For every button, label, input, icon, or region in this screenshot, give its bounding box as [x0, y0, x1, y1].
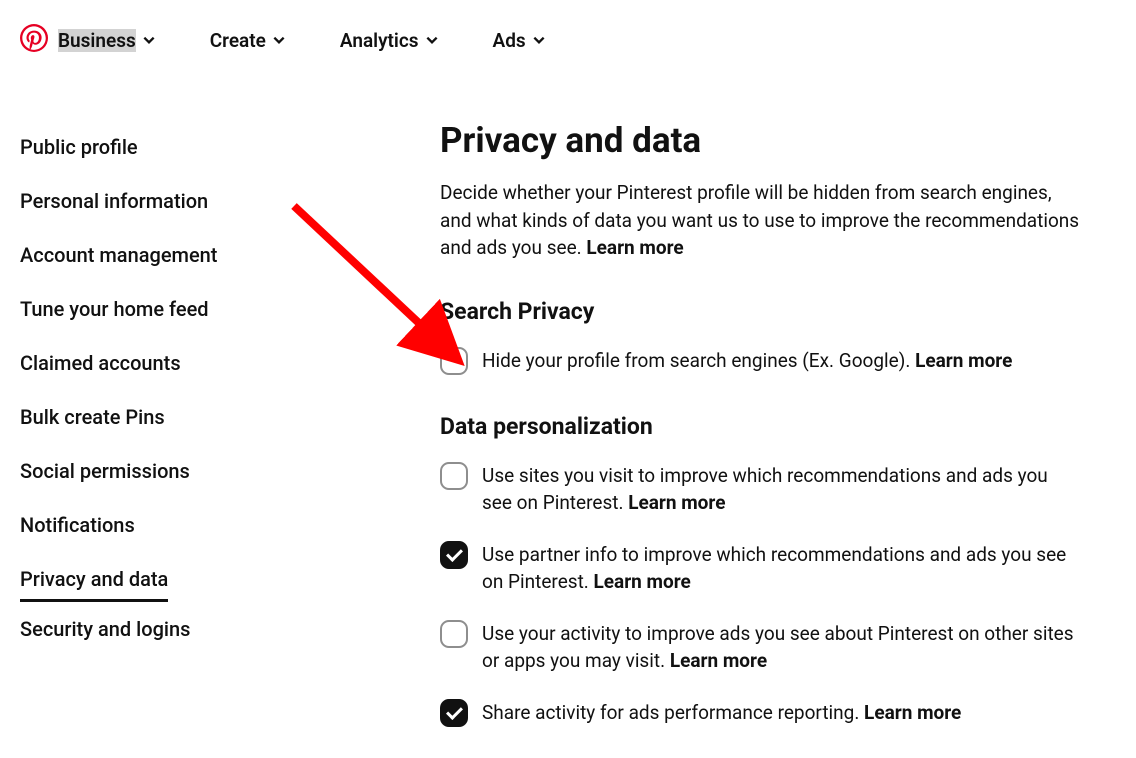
option-text: Use partner info to improve which recomm…: [482, 541, 1080, 596]
sidebar-item-bulk-create-pins[interactable]: Bulk create Pins: [20, 390, 165, 444]
nav-business[interactable]: Business: [58, 29, 156, 52]
learn-more-link[interactable]: Learn more: [586, 236, 683, 259]
page-title: Privacy and data: [440, 120, 1080, 161]
checkbox-activity-ads[interactable]: [440, 620, 468, 648]
learn-more-link[interactable]: Learn more: [594, 570, 691, 593]
chevron-down-icon: [142, 29, 156, 52]
option-sites-visited: Use sites you visit to improve which rec…: [440, 462, 1080, 517]
checkbox-share-activity[interactable]: [440, 699, 468, 727]
nav-label: Ads: [493, 29, 526, 52]
option-label: Use partner info to improve which recomm…: [482, 543, 1066, 594]
checkbox-partner-info[interactable]: [440, 541, 468, 569]
pinterest-logo-icon[interactable]: [20, 24, 50, 56]
sidebar-item-public-profile[interactable]: Public profile: [20, 120, 138, 174]
section-title-data-personalization: Data personalization: [440, 413, 1080, 440]
nav-label: Business: [58, 29, 136, 52]
section-title-search-privacy: Search Privacy: [440, 298, 1080, 325]
nav-analytics[interactable]: Analytics: [340, 29, 439, 52]
option-text: Hide your profile from search engines (E…: [482, 347, 1012, 375]
option-label: Share activity for ads performance repor…: [482, 701, 864, 724]
learn-more-link[interactable]: Learn more: [670, 649, 767, 672]
sidebar-item-claimed-accounts[interactable]: Claimed accounts: [20, 336, 181, 390]
top-nav: Business Create Analytics Ads: [0, 0, 1136, 80]
option-text: Use your activity to improve ads you see…: [482, 620, 1080, 675]
option-label: Hide your profile from search engines (E…: [482, 349, 915, 372]
option-text: Share activity for ads performance repor…: [482, 699, 961, 727]
option-share-activity: Share activity for ads performance repor…: [440, 699, 1080, 727]
option-label: Use sites you visit to improve which rec…: [482, 464, 1048, 515]
option-partner-info: Use partner info to improve which recomm…: [440, 541, 1080, 596]
page-description-text: Decide whether your Pinterest profile wi…: [440, 181, 1079, 259]
option-activity-ads: Use your activity to improve ads you see…: [440, 620, 1080, 675]
content: Privacy and data Decide whether your Pin…: [440, 120, 1080, 751]
sidebar-item-security-logins[interactable]: Security and logins: [20, 602, 190, 656]
learn-more-link[interactable]: Learn more: [864, 701, 961, 724]
sidebar-item-account-management[interactable]: Account management: [20, 228, 217, 282]
chevron-down-icon: [425, 29, 439, 52]
sidebar-item-privacy-data[interactable]: Privacy and data: [20, 552, 168, 602]
chevron-down-icon: [272, 29, 286, 52]
nav-create[interactable]: Create: [210, 29, 286, 52]
learn-more-link[interactable]: Learn more: [915, 349, 1012, 372]
sidebar-item-social-permissions[interactable]: Social permissions: [20, 444, 190, 498]
page-description: Decide whether your Pinterest profile wi…: [440, 179, 1080, 262]
chevron-down-icon: [532, 29, 546, 52]
nav-ads[interactable]: Ads: [493, 29, 546, 52]
nav-label: Create: [210, 29, 266, 52]
checkbox-sites-visited[interactable]: [440, 462, 468, 490]
sidebar-item-notifications[interactable]: Notifications: [20, 498, 135, 552]
sidebar: Public profile Personal information Acco…: [20, 120, 400, 751]
option-hide-profile: Hide your profile from search engines (E…: [440, 347, 1080, 375]
option-text: Use sites you visit to improve which rec…: [482, 462, 1080, 517]
option-label: Use your activity to improve ads you see…: [482, 622, 1074, 673]
learn-more-link[interactable]: Learn more: [628, 491, 725, 514]
checkbox-hide-profile[interactable]: [440, 347, 468, 375]
nav-label: Analytics: [340, 29, 419, 52]
sidebar-item-personal-information[interactable]: Personal information: [20, 174, 208, 228]
main-area: Public profile Personal information Acco…: [0, 80, 1136, 751]
sidebar-item-tune-home-feed[interactable]: Tune your home feed: [20, 282, 209, 336]
